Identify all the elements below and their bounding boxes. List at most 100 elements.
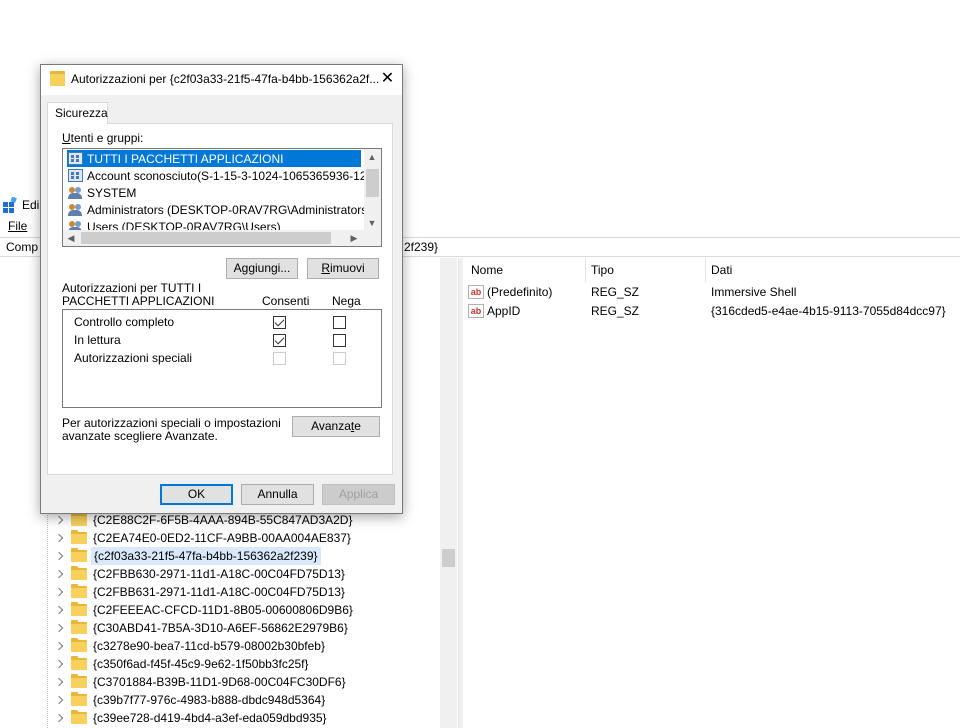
tree-item[interactable]: {C30ABD41-7B5A-3D10-A6EF-56862E2979B6} <box>54 619 350 637</box>
folder-icon <box>71 602 87 616</box>
chevron-right-icon[interactable] <box>54 655 66 673</box>
regedit-app-icon <box>2 196 18 213</box>
remove-button[interactable]: Rimuovi <box>307 258 379 279</box>
tree-item[interactable]: {C2FBB631-2971-11d1-A18C-00C04FD75D13} <box>54 583 347 601</box>
tree-item[interactable]: {C3701884-B39B-11D1-9D68-00C04FC30DF6} <box>54 673 348 691</box>
user-group-item[interactable]: SYSTEM <box>68 184 136 201</box>
user-group-name: TUTTI I PACCHETTI APPLICAZIONI <box>87 151 284 166</box>
allow-checkbox[interactable] <box>273 334 286 347</box>
address-text-start: Comp <box>6 240 39 254</box>
chevron-right-icon[interactable] <box>54 565 66 583</box>
tree-item-label: {C2E88C2F-6F5B-4AAA-894B-55C847AD3A2D} <box>93 513 353 527</box>
users-scroll-thumb[interactable] <box>366 169 379 197</box>
tree-item[interactable]: {c39ee728-d419-4bd4-a3ef-eda059dbd935} <box>54 709 329 727</box>
package-icon <box>68 169 83 182</box>
tree-item-label: {c350f6ad-f45f-45c9-9e62-1f50bb3fc25f} <box>93 657 309 671</box>
tree-item[interactable]: {c2f03a33-21f5-47fa-b4bb-156362a2f239} <box>54 547 321 565</box>
folder-icon <box>71 710 87 724</box>
folder-icon <box>71 584 87 598</box>
allow-checkbox[interactable] <box>273 352 286 365</box>
folder-icon <box>71 638 87 652</box>
tree-item-label: {C2FBB630-2971-11d1-A18C-00C04FD75D13} <box>93 567 345 581</box>
chevron-right-icon[interactable] <box>54 637 66 655</box>
users-groups-label: Utenti e gruppi: <box>62 131 144 145</box>
chevron-right-icon[interactable] <box>54 673 66 691</box>
advanced-hint-line1: Per autorizzazioni speciali o impostazio… <box>62 416 281 430</box>
user-group-item[interactable]: Administrators (DESKTOP-0RAV7RG\Administ… <box>68 201 371 218</box>
apply-button[interactable]: Applica <box>322 484 395 505</box>
tree-item-label: {C2FBB631-2971-11d1-A18C-00C04FD75D13} <box>93 585 345 599</box>
chevron-right-icon[interactable] <box>54 601 66 619</box>
scroll-left-icon[interactable]: ◀ <box>63 230 79 246</box>
registry-values-pane[interactable] <box>463 258 960 728</box>
users-group-icon <box>68 186 83 199</box>
permissions-for-label-line1: Autorizzazioni per TUTTI I <box>62 281 202 295</box>
users-hscroll-thumb[interactable] <box>81 232 331 244</box>
deny-checkbox[interactable] <box>333 316 346 329</box>
deny-checkbox[interactable] <box>333 352 346 365</box>
folder-icon <box>71 656 87 670</box>
value-type: REG_SZ <box>591 304 640 318</box>
scroll-down-icon[interactable]: ▼ <box>364 215 380 231</box>
user-group-item[interactable]: TUTTI I PACCHETTI APPLICAZIONI <box>67 150 361 167</box>
permission-name: Autorizzazioni speciali <box>74 351 193 365</box>
permission-name: Controllo completo <box>74 315 175 329</box>
string-value-icon: ab <box>468 285 484 299</box>
users-horizontal-scrollbar[interactable]: ◀ ▶ <box>63 230 364 246</box>
column-separator[interactable] <box>585 258 586 282</box>
chevron-right-icon[interactable] <box>54 619 66 637</box>
tree-item-label: {c2f03a33-21f5-47fa-b4bb-156362a2f239} <box>91 547 321 565</box>
ok-button[interactable]: OK <box>160 484 233 505</box>
tree-item-label: {c39ee728-d419-4bd4-a3ef-eda059dbd935} <box>93 711 327 725</box>
users-vertical-scrollbar[interactable]: ▲ ▼ <box>364 149 381 231</box>
chevron-right-icon[interactable] <box>54 709 66 727</box>
chevron-right-icon[interactable] <box>54 529 66 547</box>
scrollbar-corner <box>364 230 381 246</box>
tree-item-label: {C2EA74E0-0ED2-11CF-A9BB-00AA004AE837} <box>93 531 351 545</box>
scroll-right-icon[interactable]: ▶ <box>346 230 362 246</box>
tree-item[interactable]: {c39b7f77-976c-4983-b888-dbdc948d5364} <box>54 691 327 709</box>
advanced-button[interactable]: Avanzate <box>292 416 380 437</box>
menu-file[interactable]: File <box>8 219 27 233</box>
permissions-for-label-line2: PACCHETTI APPLICAZIONI <box>62 294 215 308</box>
value-name: AppID <box>487 304 521 318</box>
column-header-data[interactable]: Dati <box>711 263 732 277</box>
folder-icon <box>50 71 65 86</box>
users-group-icon <box>68 203 83 216</box>
dialog-title: Autorizzazioni per {c2f03a33-21f5-47fa-b… <box>71 72 380 86</box>
folder-icon <box>71 674 87 688</box>
cancel-button[interactable]: Annulla <box>241 484 314 505</box>
user-group-name: Administrators (DESKTOP-0RAV7RG\Administ… <box>87 202 372 217</box>
close-icon[interactable]: ✕ <box>373 65 402 93</box>
tree-item[interactable]: {c350f6ad-f45f-45c9-9e62-1f50bb3fc25f} <box>54 655 311 673</box>
column-separator[interactable] <box>705 258 706 282</box>
value-data: Immersive Shell <box>711 285 797 299</box>
folder-icon <box>71 548 87 562</box>
deny-checkbox[interactable] <box>333 334 346 347</box>
scroll-up-icon[interactable]: ▲ <box>364 149 380 165</box>
value-data: {316cded5-e4ae-4b15-9113-7055d84dcc97} <box>711 304 946 318</box>
package-icon <box>68 152 83 165</box>
folder-icon <box>71 566 87 580</box>
allow-column-header: Consenti <box>262 294 310 308</box>
chevron-right-icon[interactable] <box>54 583 66 601</box>
deny-column-header: Nega <box>332 294 361 308</box>
tab-security-label: Sicurezza <box>55 106 108 120</box>
value-row[interactable]: ab (Predefinito) <box>468 283 552 301</box>
add-button[interactable]: Aggiungi... <box>226 258 298 279</box>
allow-checkbox[interactable] <box>273 316 286 329</box>
tree-item[interactable]: {C2EA74E0-0ED2-11CF-A9BB-00AA004AE837} <box>54 529 353 547</box>
tree-item[interactable]: {C2FBB630-2971-11d1-A18C-00C04FD75D13} <box>54 565 347 583</box>
user-group-item[interactable]: Account sconosciuto(S-1-15-3-1024-106536… <box>68 167 381 184</box>
column-header-name[interactable]: Nome <box>471 263 503 277</box>
chevron-right-icon[interactable] <box>54 547 66 565</box>
value-row[interactable]: ab AppID <box>468 302 520 320</box>
tree-scroll-thumb[interactable] <box>442 549 455 567</box>
chevron-right-icon[interactable] <box>54 691 66 709</box>
string-value-icon: ab <box>468 304 484 318</box>
column-header-type[interactable]: Tipo <box>591 263 614 277</box>
tree-item[interactable]: {c3278e90-bea7-11cd-b579-08002b30bfeb} <box>54 637 327 655</box>
advanced-hint-line2: avanzate scegliere Avanzate. <box>62 429 218 443</box>
tree-item[interactable]: {C2FEEEAC-CFCD-11D1-8B05-00600806D9B6} <box>54 601 355 619</box>
tree-vertical-scrollbar[interactable] <box>440 258 457 728</box>
